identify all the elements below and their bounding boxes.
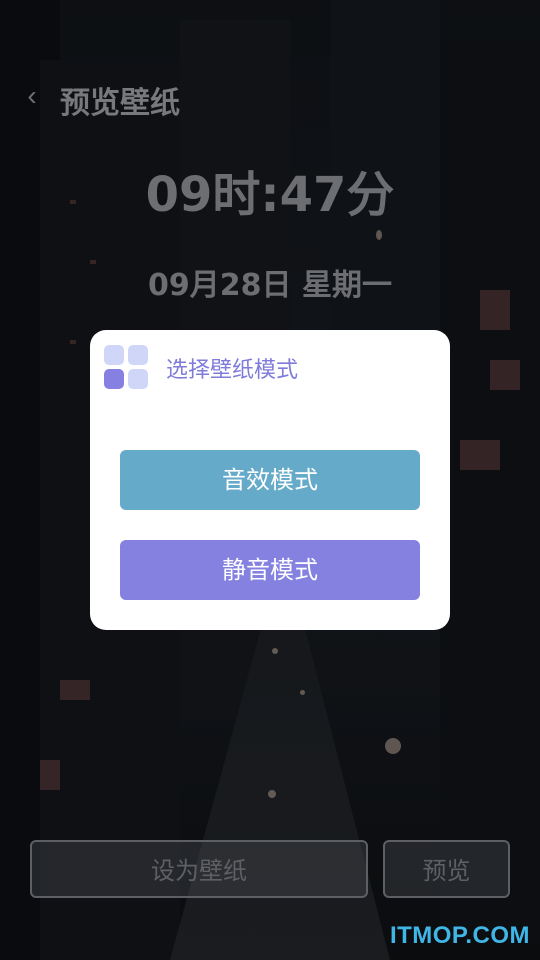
- page-title: 预览壁纸: [60, 86, 180, 121]
- set-wallpaper-button[interactable]: 设为壁纸: [30, 840, 368, 898]
- chevron-left-icon[interactable]: ‹: [18, 82, 46, 110]
- top-bar: ‹ 预览壁纸: [0, 70, 540, 126]
- wallpaper-preview-screen: ‹ 预览壁纸 09时:47分 09月28日 星期一 选择壁纸模式 音效模式 静音…: [0, 0, 540, 960]
- dialog-title: 选择壁纸模式: [166, 358, 299, 383]
- sound-mode-button[interactable]: 音效模式: [120, 450, 420, 510]
- mute-mode-button[interactable]: 静音模式: [120, 540, 420, 600]
- watermark-logo: ITMOP.COM: [389, 922, 530, 949]
- grid-apps-icon: [104, 345, 150, 391]
- wallpaper-mode-dialog: 选择壁纸模式 音效模式 静音模式: [90, 330, 450, 630]
- lockscreen-time: 09时:47分: [145, 167, 395, 223]
- lockscreen-date: 09月28日 星期一: [148, 268, 392, 303]
- preview-button[interactable]: 预览: [383, 840, 510, 898]
